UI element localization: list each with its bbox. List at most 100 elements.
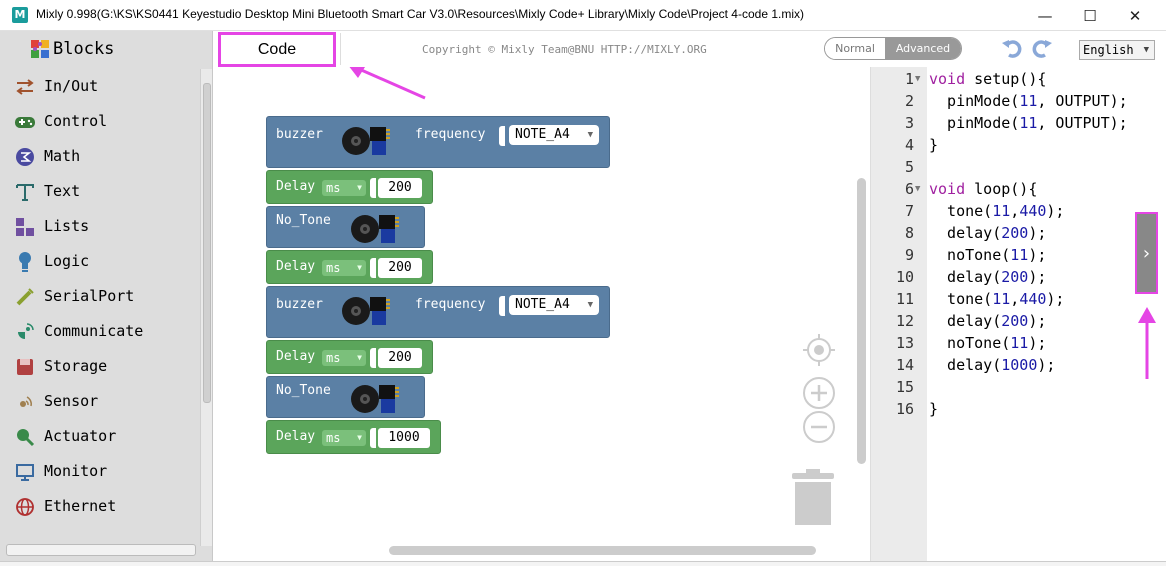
category-label: Monitor	[44, 462, 108, 480]
delay-block[interactable]: Delay ms ▼ 200	[266, 250, 433, 284]
workspace-horizontal-scrollbar[interactable]	[389, 546, 816, 555]
code-token: );	[1037, 356, 1056, 374]
mode-normal-option[interactable]: Normal	[825, 38, 885, 59]
no-tone-block[interactable]: No_Tone	[266, 206, 425, 248]
chevron-down-icon: ▼	[357, 433, 362, 442]
actuator-icon	[14, 426, 36, 448]
code-line: 14 delay(1000);	[871, 354, 1166, 376]
undo-icon[interactable]	[1000, 36, 1024, 60]
chevron-down-icon: ▼	[357, 263, 362, 272]
line-number: 7	[904, 202, 914, 220]
code-line: 12 delay(200);	[871, 310, 1166, 332]
code-text: pinMode(11, OUTPUT);	[929, 90, 1128, 112]
unit-dropdown[interactable]: ms ▼	[322, 260, 366, 276]
zoom-in-icon[interactable]	[802, 376, 836, 410]
code-token: tone(	[929, 290, 993, 308]
delay-block[interactable]: Delay ms ▼ 200	[266, 170, 433, 204]
category-storage[interactable]: Storage	[0, 349, 200, 384]
code-panel[interactable]: 1 ▼ void setup(){ 2 pinMode(11, OUTPUT);…	[870, 67, 1166, 561]
code-token: );	[1028, 224, 1047, 242]
sidebar-vertical-scrollbar[interactable]	[200, 69, 212, 546]
copyright-text: Copyright © Mixly Team@BNU HTTP://MIXLY.…	[422, 43, 707, 56]
maximize-button[interactable]: ☐	[1067, 0, 1113, 31]
category-label: SerialPort	[44, 287, 135, 305]
chevron-down-icon: ▼	[1143, 45, 1149, 55]
redo-icon[interactable]	[1030, 36, 1054, 60]
recenter-icon[interactable]	[802, 333, 836, 367]
category-label: Text	[44, 182, 81, 200]
code-token: noTone(	[929, 334, 1011, 352]
buzzer-module-icon	[351, 215, 399, 243]
code-text: noTone(11);	[929, 332, 1046, 354]
fold-arrow-icon[interactable]: ▼	[915, 68, 920, 90]
minimize-button[interactable]: —	[1022, 0, 1068, 31]
trash-icon[interactable]	[790, 467, 836, 527]
monitor-icon	[14, 461, 36, 483]
line-number: 14	[895, 356, 914, 374]
note-dropdown[interactable]: NOTE_A4 ▼	[509, 295, 599, 315]
language-select[interactable]: English ▼	[1079, 40, 1155, 60]
note-dropdown[interactable]: NOTE_A4 ▼	[509, 125, 599, 145]
category-text[interactable]: Text	[0, 174, 200, 209]
note-value: NOTE_A4	[515, 127, 570, 142]
buzzer-block[interactable]: buzzer frequency NOTE_A4 ▼	[266, 286, 610, 338]
category-sensor[interactable]: Sensor	[0, 384, 200, 419]
delay-value-field[interactable]: 200	[378, 348, 422, 368]
buzzer-block[interactable]: buzzer frequency NOTE_A4 ▼	[266, 116, 610, 168]
panel-toggle-button[interactable]: ›	[1135, 212, 1158, 294]
code-token: tone(	[929, 202, 993, 220]
category-monitor[interactable]: Monitor	[0, 454, 200, 489]
unit-dropdown[interactable]: ms ▼	[322, 180, 366, 196]
delay-block[interactable]: Delay ms ▼ 1000	[266, 420, 441, 454]
logic-icon	[14, 251, 36, 273]
close-button[interactable]: ✕	[1112, 0, 1158, 31]
line-number: 12	[895, 312, 914, 330]
sidebar-scroll-thumb[interactable]	[203, 83, 211, 403]
category-communicate[interactable]: Communicate	[0, 314, 200, 349]
in-out-icon	[14, 76, 36, 98]
category-serialport[interactable]: SerialPort	[0, 279, 200, 314]
code-line: 11 tone(11,440);	[871, 288, 1166, 310]
mode-switch[interactable]: Normal Advanced	[824, 37, 962, 60]
code-token: );	[1028, 334, 1047, 352]
unit-dropdown[interactable]: ms ▼	[322, 430, 366, 446]
category-actuator[interactable]: Actuator	[0, 419, 200, 454]
category-control[interactable]: Control	[0, 104, 200, 139]
code-token: delay(	[929, 224, 1002, 242]
category-label: Control	[44, 112, 108, 130]
category-ethernet[interactable]: Ethernet	[0, 489, 200, 524]
fold-arrow-icon[interactable]: ▼	[915, 178, 920, 200]
blocks-workspace[interactable]: buzzer frequency NOTE_A4 ▼ Delay ms ▼ 20…	[213, 67, 870, 561]
unit-dropdown[interactable]: ms ▼	[322, 350, 366, 366]
category-logic[interactable]: Logic	[0, 244, 200, 279]
code-line: 8 delay(200);	[871, 222, 1166, 244]
top-toolbar: Code Copyright © Mixly Team@BNU HTTP://M…	[213, 31, 1166, 67]
chevron-down-icon: ▼	[357, 183, 362, 192]
lists-icon	[14, 216, 36, 238]
code-line: 4 }	[871, 134, 1166, 156]
line-number: 1	[904, 70, 914, 88]
no-tone-block[interactable]: No_Tone	[266, 376, 425, 418]
category-label: Storage	[44, 357, 108, 375]
blocks-header[interactable]: Blocks	[0, 31, 212, 67]
unit-value: ms	[326, 181, 341, 195]
code-text: }	[929, 136, 939, 154]
sensor-icon	[14, 391, 36, 413]
zoom-out-icon[interactable]	[802, 410, 836, 444]
mode-advanced-option[interactable]: Advanced	[885, 38, 961, 59]
delay-value-field[interactable]: 200	[378, 178, 422, 198]
code-tab[interactable]: Code	[218, 32, 336, 67]
window-title: Mixly 0.998(G:\KS\KS0441 Keyestudio Desk…	[36, 7, 804, 21]
delay-value-field[interactable]: 1000	[378, 428, 430, 448]
category-in-out[interactable]: In/Out	[0, 69, 200, 104]
number-token: 11	[992, 290, 1011, 308]
delay-block[interactable]: Delay ms ▼ 200	[266, 340, 433, 374]
category-label: Sensor	[44, 392, 99, 410]
sidebar-horizontal-scrollbar[interactable]	[6, 544, 196, 556]
delay-value-field[interactable]: 200	[378, 258, 422, 278]
category-lists[interactable]: Lists	[0, 209, 200, 244]
category-math[interactable]: Math	[0, 139, 200, 174]
blocks-label: Blocks	[53, 39, 115, 59]
line-number: 5	[904, 158, 914, 176]
workspace-vertical-scrollbar[interactable]	[857, 178, 866, 464]
